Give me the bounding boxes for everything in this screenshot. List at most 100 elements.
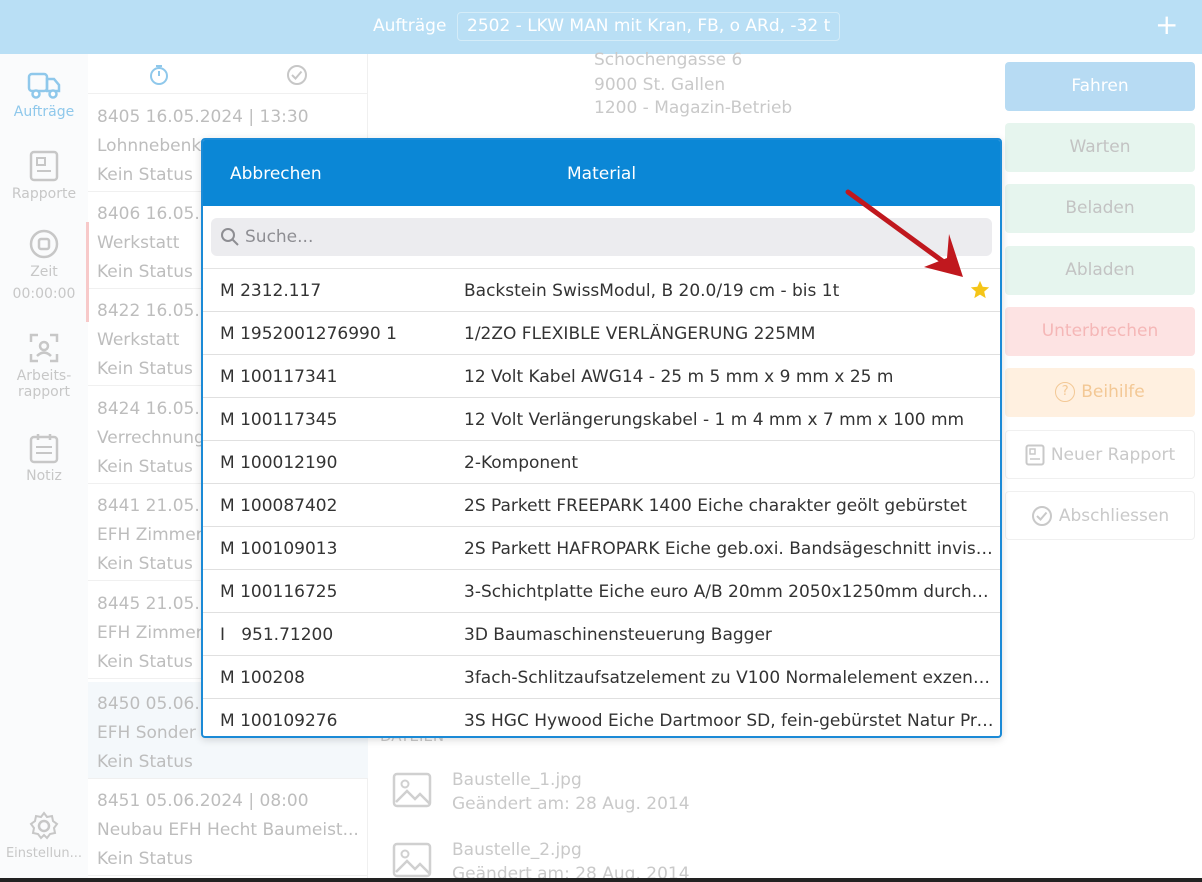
report-icon [1025,444,1045,466]
material-picker-modal: Abbrechen Material M 2312.117 Backstein … [201,138,1002,738]
nav-settings-label: Einstellun... [5,846,83,861]
nav-work-report[interactable]: Arbeits- rapport [0,332,88,400]
job-status: Kein Status [97,752,193,772]
material-code: M 100117345 [220,410,338,430]
stop-icon [29,229,59,259]
material-row[interactable]: M 100012190 2-Komponent [203,441,1000,484]
drive-button[interactable]: Fahren [1005,62,1195,111]
material-description: 3-Schichtplatte Eiche euro A/B 20mm 2050… [464,582,996,602]
unload-button[interactable]: Abladen [1005,246,1195,295]
material-code: M 100012190 [220,453,338,473]
modal-title: Material [567,164,637,184]
help-label: Beihilfe [1081,382,1145,402]
bottom-strip [0,878,1202,882]
material-code: M 100109013 [220,539,338,559]
file-item[interactable]: Baustelle_2.jpg Geändert am: 28 Aug. 201… [392,840,690,882]
help-icon: ? [1055,382,1076,402]
material-row[interactable]: M 100109013 2S Parkett HAFROPARK Eiche ge… [203,527,1000,570]
material-row[interactable]: M 100117341 12 Volt Kabel AWG14 - 25 m 5 … [203,355,1000,398]
nav-orders-label: Aufträge [13,104,75,120]
material-description: 3fach-Schlitzaufsatzelement zu V100 Norm… [464,668,996,688]
wait-button[interactable]: Warten [1005,123,1195,172]
material-code: M 100109276 [220,711,338,731]
search-input[interactable] [245,218,985,256]
new-report-label: Neuer Rapport [1050,445,1176,465]
material-description: 12 Volt Kabel AWG14 - 25 m 5 mm x 9 mm x… [464,367,894,387]
job-item[interactable]: 8451 05.06.2024 | 08:00 Neubau EFH Hecht … [88,779,368,876]
work-report-icon [29,333,59,363]
material-row[interactable]: M 100087402 2S Parkett FREEPARK 1400 Eich… [203,484,1000,527]
nav-time[interactable]: Zeit 00:00:00 [0,228,88,302]
material-description: 2S Parkett FREEPARK 1400 Eiche charakter… [464,496,967,516]
calendar-note-icon [29,434,59,464]
material-code: M 100117341 [220,367,338,387]
material-description: Backstein SwissModul, B 20.0/19 cm - bis… [464,281,840,301]
gear-icon [29,811,59,840]
nav-reports[interactable]: Rapporte [0,150,88,202]
address-street: Schochengasse 6 [594,50,743,70]
new-report-button[interactable]: Neuer Rapport [1005,430,1195,479]
material-code: M 100208 [220,668,305,688]
material-code: M 100116725 [220,582,338,602]
job-number-date: 8451 05.06.2024 | 08:00 [97,791,309,811]
search-bar [203,206,1000,269]
left-nav: Aufträge Rapporte Zeit 00:00:00 Arbeits-… [0,54,88,880]
nav-time-label: Zeit [30,264,58,280]
nav-note[interactable]: Notiz [0,432,88,484]
star-icon[interactable] [969,279,991,301]
truck-icon [27,72,61,99]
material-row[interactable]: M 100117345 12 Volt Verlängerungskabel - … [203,398,1000,441]
job-number-date: 8405 16.05.2024 | 13:30 [97,107,309,127]
job-status-indicator [86,222,89,322]
material-description: 2-Komponent [464,453,579,473]
material-code: M 100087402 [220,496,338,516]
job-title: Neubau EFH Hecht Baumeist... [97,820,359,840]
address-city: 9000 St. Gallen [594,75,726,95]
material-row[interactable]: I 951.71200 3D Baumaschinensteuerung Bagg… [203,613,1000,656]
material-description: 1/2ZO FLEXIBLE VERLÄNGERUNG 225MM [464,324,816,344]
nav-reports-label: Rapporte [11,186,77,202]
material-row[interactable]: M 100109276 3S HGC Hywood Eiche Dartmoor … [203,699,1000,736]
file-name: Baustelle_2.jpg [452,840,582,860]
material-code: M 2312.117 [220,281,322,301]
material-code: M 1952001276990 1 [220,324,397,344]
material-description: 3S HGC Hywood Eiche Dartmoor SD, fein-ge… [464,711,996,731]
help-button[interactable]: ? Beihilfe [1005,368,1195,417]
stopwatch-icon[interactable] [148,64,170,86]
time-value: 00:00:00 [12,286,76,302]
material-description: 3D Baumaschinensteuerung Bagger [464,625,772,645]
job-list-header [88,54,367,94]
file-item[interactable]: Baustelle_1.jpg Geändert am: 28 Aug. 201… [392,770,690,814]
material-row[interactable]: M 2312.117 Backstein SwissModul, B 20.0/… [203,269,1000,312]
nav-work-report-label-2: rapport [18,384,70,400]
order-selector[interactable]: 2502 - LKW MAN mit Kran, FB, o ARd, -32 … [457,12,841,41]
image-icon [392,842,432,878]
check-circle-icon[interactable] [286,64,308,86]
material-description: 2S Parkett HAFROPARK Eiche geb.oxi. Band… [464,539,996,559]
file-date: Geändert am: 28 Aug. 2014 [452,794,690,814]
load-button[interactable]: Beladen [1005,184,1195,233]
close-job-label: Abschliessen [1058,506,1170,526]
search-box [211,218,992,256]
material-description: 12 Volt Verlängerungskabel - 1 m 4 mm x … [464,410,965,430]
close-job-button[interactable]: Abschliessen [1005,491,1195,540]
search-icon [221,228,239,246]
job-status: Kein Status [97,849,193,869]
address-cost-center: 1200 - Magazin-Betrieb [594,98,793,118]
report-icon [29,150,59,182]
nav-note-label: Notiz [26,468,62,484]
nav-settings[interactable]: Einstellun... [0,810,88,861]
cancel-button[interactable]: Abbrechen [230,164,322,184]
plus-icon[interactable]: + [1155,8,1178,42]
material-row[interactable]: M 100208 3fach-Schlitzaufsatzelement zu V… [203,656,1000,699]
top-bar: Aufträge 2502 - LKW MAN mit Kran, FB, o … [0,0,1202,54]
interrupt-button[interactable]: Unterbrechen [1005,307,1195,356]
material-code: I 951.71200 [220,625,334,645]
material-row[interactable]: M 1952001276990 1 1/2ZO FLEXIBLE VERLÄNGE… [203,312,1000,355]
page-title: Aufträge [373,16,447,36]
image-icon [392,772,432,808]
material-row[interactable]: M 100116725 3-Schichtplatte Eiche euro A/… [203,570,1000,613]
nav-work-report-label-1: Arbeits- [16,368,72,384]
file-name: Baustelle_1.jpg [452,770,582,790]
nav-orders[interactable]: Aufträge [0,70,88,120]
